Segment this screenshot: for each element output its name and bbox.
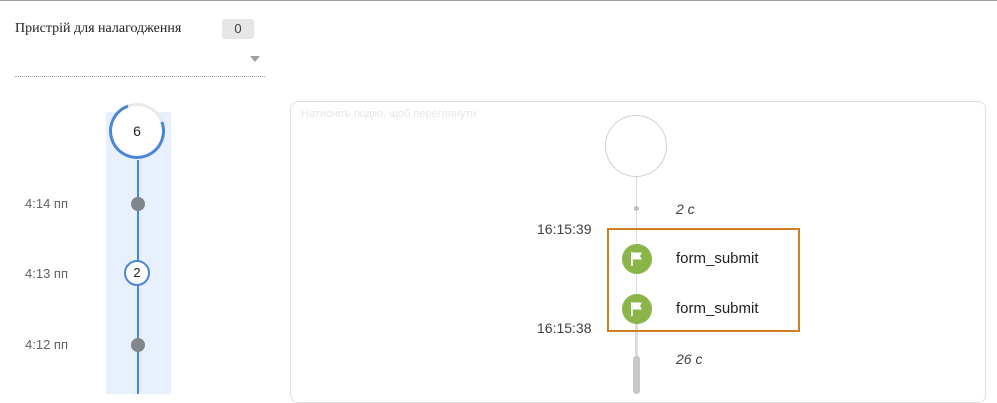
events-top-node	[605, 115, 667, 177]
event-timestamp: 16:15:38	[537, 320, 592, 336]
minute-label: 4:12 пп	[25, 337, 68, 352]
top-divider	[0, 0, 997, 1]
minute-dot[interactable]	[131, 197, 145, 211]
minute-label: 4:14 пп	[25, 196, 68, 211]
minute-event-count[interactable]: 2	[124, 260, 150, 286]
minute-dot[interactable]	[131, 338, 145, 352]
event-name[interactable]: form_submit	[676, 300, 759, 317]
events-panel-title: Натисніть подію, щоб переглянути	[301, 108, 477, 120]
flag-icon[interactable]	[622, 294, 652, 324]
debug-device-select[interactable]	[15, 50, 265, 77]
event-timestamp: 16:15:39	[537, 221, 592, 237]
flag-icon[interactable]	[622, 244, 652, 274]
event-name[interactable]: form_submit	[676, 250, 759, 267]
event-gap-duration: 26 с	[676, 351, 703, 367]
events-stream-dot	[634, 206, 639, 211]
debug-device-count-badge: 0	[222, 19, 254, 39]
minute-label: 4:13 пп	[25, 266, 68, 281]
dropdown-arrow-icon	[250, 56, 260, 62]
debug-device-label: Пристрій для налагодження	[15, 21, 182, 36]
events-stream-gap-bar	[633, 356, 640, 394]
top-minute-counter[interactable]: 6	[99, 93, 175, 169]
top-minute-count: 6	[133, 123, 141, 139]
event-gap-duration: 2 с	[676, 201, 695, 217]
